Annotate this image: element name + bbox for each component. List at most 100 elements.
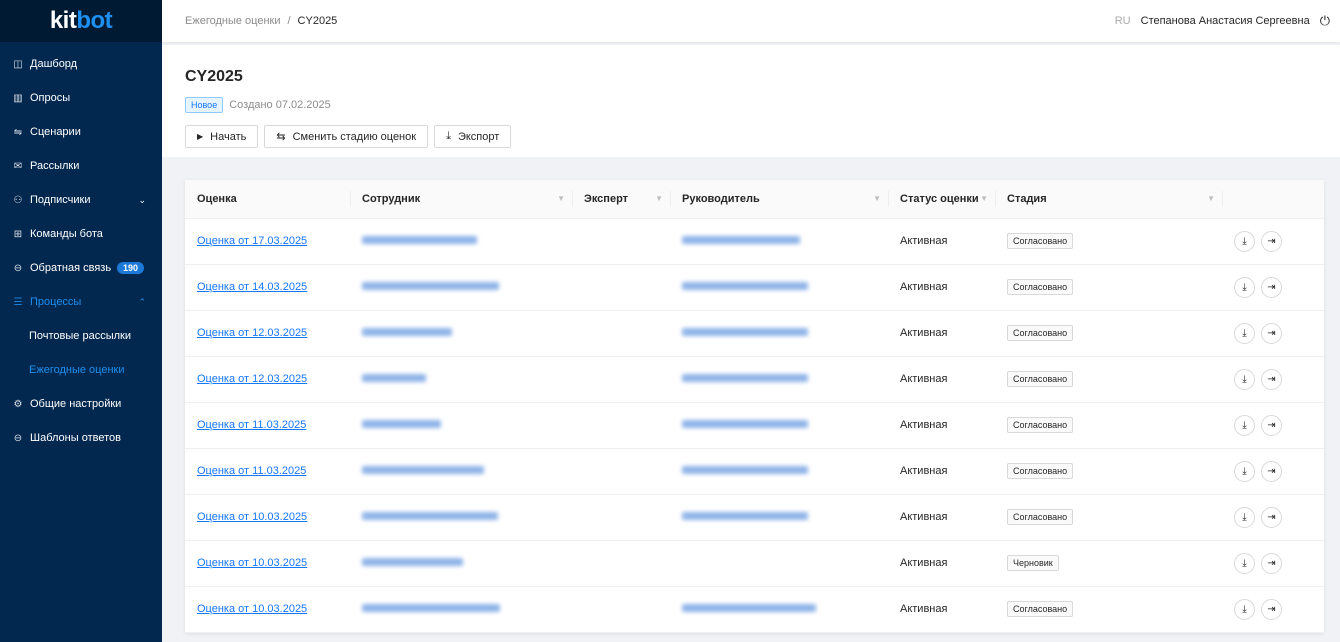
sidebar-item-7[interactable]: ☰ Процессы ⌃ xyxy=(0,285,162,319)
chevron-up-icon[interactable]: ⌃ xyxy=(138,297,146,308)
sidebar-item-3[interactable]: ✉ Рассылки xyxy=(0,149,162,183)
table-row: Оценка от 10.03.2025 Активная Согласован… xyxy=(185,494,1324,541)
login-icon[interactable]: ⇥ xyxy=(1261,414,1282,436)
login-icon[interactable]: ⇥ xyxy=(1261,276,1282,298)
status-cell: Активная xyxy=(888,264,995,311)
table-row: Оценка от 10.03.2025 Активная Согласован… xyxy=(185,586,1324,633)
logout-icon[interactable]: ⏻ xyxy=(1320,13,1330,29)
sidebar-item-label: Общие настройки xyxy=(30,398,122,410)
download-icon[interactable]: ⤓ xyxy=(1234,506,1255,528)
table-row: Оценка от 14.03.2025 Активная Согласован… xyxy=(185,264,1324,311)
filter-icon[interactable]: ▼ xyxy=(873,194,881,203)
assessment-link[interactable]: Оценка от 10.03.2025 xyxy=(197,557,307,569)
filter-icon[interactable]: ▼ xyxy=(980,194,988,203)
status-badge: Новое xyxy=(185,97,224,113)
manager-link-redacted[interactable] xyxy=(682,282,808,290)
column-header: Оценка xyxy=(185,180,350,219)
column-title: Сотрудник xyxy=(362,192,421,205)
employee-link-redacted[interactable] xyxy=(362,236,477,244)
manager-link-redacted[interactable] xyxy=(682,328,808,336)
login-icon[interactable]: ⇥ xyxy=(1261,460,1282,482)
login-icon[interactable]: ⇥ xyxy=(1261,552,1282,574)
manager-link-redacted[interactable] xyxy=(682,236,800,244)
login-icon[interactable]: ⇥ xyxy=(1261,506,1282,528)
login-icon[interactable]: ⇥ xyxy=(1261,322,1282,344)
employee-link-redacted[interactable] xyxy=(362,374,426,382)
employee-link-redacted[interactable] xyxy=(362,604,500,612)
table-row: Оценка от 10.03.2025 Активная Черновик ⤓… xyxy=(185,540,1324,587)
change-stage-button[interactable]: ⇆ Сменить стадию оценок xyxy=(264,125,429,148)
status-cell: Активная xyxy=(888,310,995,357)
flow-icon: ⇋ xyxy=(13,126,23,138)
sidebar-item-1[interactable]: ▥ Опросы xyxy=(0,81,162,115)
list-icon: ☰ xyxy=(13,296,23,308)
column-header: Статус оценки ▼ xyxy=(888,180,995,219)
column-title: Руководитель xyxy=(682,192,760,205)
download-icon[interactable]: ⤓ xyxy=(1234,322,1255,344)
employee-link-redacted[interactable] xyxy=(362,558,463,566)
start-button[interactable]: ▶ Начать xyxy=(185,125,259,148)
sidebar-item-4[interactable]: ⚇ Подписчики ⌄ xyxy=(0,183,162,217)
manager-link-redacted[interactable] xyxy=(682,512,808,520)
manager-link-redacted[interactable] xyxy=(682,420,808,428)
sidebar-item-5[interactable]: ⊞ Команды бота xyxy=(0,217,162,251)
status-cell: Активная xyxy=(888,586,995,633)
login-icon[interactable]: ⇥ xyxy=(1261,230,1282,252)
stage-tag: Согласовано xyxy=(1007,463,1074,479)
sidebar-item-6[interactable]: ⊖ Обратная связь 190 xyxy=(0,251,162,285)
download-icon[interactable]: ⤓ xyxy=(1234,368,1255,390)
breadcrumb-parent[interactable]: Ежегодные оценки xyxy=(185,15,280,27)
sidebar-item-8[interactable]: Почтовые рассылки xyxy=(0,319,162,353)
chevron-down-icon[interactable]: ⌄ xyxy=(138,195,146,206)
user-name[interactable]: Степанова Анастасия Сергеевна xyxy=(1141,15,1310,27)
assessment-link[interactable]: Оценка от 11.03.2025 xyxy=(197,419,306,431)
download-icon[interactable]: ⤓ xyxy=(1234,230,1255,252)
download-icon[interactable]: ⤓ xyxy=(1234,414,1255,436)
manager-link-redacted[interactable] xyxy=(682,466,808,474)
sidebar-item-11[interactable]: ⊖ Шаблоны ответов xyxy=(0,421,162,455)
status-cell: Активная xyxy=(888,218,995,265)
logo[interactable]: kit bot xyxy=(0,0,162,42)
assessment-link[interactable]: Оценка от 10.03.2025 xyxy=(197,603,307,615)
assessment-link[interactable]: Оценка от 12.03.2025 xyxy=(197,373,307,385)
manager-link-redacted[interactable] xyxy=(682,604,816,612)
assessment-link[interactable]: Оценка от 14.03.2025 xyxy=(197,281,307,293)
stage-tag: Согласовано xyxy=(1007,279,1074,295)
filter-icon[interactable]: ▼ xyxy=(655,194,663,203)
grid-icon: ⊞ xyxy=(13,228,23,240)
sidebar-item-label: Рассылки xyxy=(30,160,80,172)
sidebar-item-10[interactable]: ⚙ Общие настройки xyxy=(0,387,162,421)
manager-link-redacted[interactable] xyxy=(682,374,808,382)
expert-cell xyxy=(572,448,670,495)
login-icon[interactable]: ⇥ xyxy=(1261,598,1282,620)
download-icon[interactable]: ⤓ xyxy=(1234,460,1255,482)
assessment-link[interactable]: Оценка от 17.03.2025 xyxy=(197,235,307,247)
employee-link-redacted[interactable] xyxy=(362,420,441,428)
login-icon[interactable]: ⇥ xyxy=(1261,368,1282,390)
status-cell: Активная xyxy=(888,540,995,587)
assessment-link[interactable]: Оценка от 10.03.2025 xyxy=(197,511,307,523)
sidebar-item-9[interactable]: Ежегодные оценки xyxy=(0,353,162,387)
sidebar-item-2[interactable]: ⇋ Сценарии xyxy=(0,115,162,149)
filter-icon[interactable]: ▼ xyxy=(557,194,565,203)
sidebar-item-label: Обратная связь xyxy=(30,262,112,274)
employee-link-redacted[interactable] xyxy=(362,328,452,336)
download-icon[interactable]: ⤓ xyxy=(1234,598,1255,620)
sidebar-item-0[interactable]: ◫ Дашборд xyxy=(0,47,162,81)
sidebar-nav: ◫ Дашборд ▥ Опросы ⇋ Сценарии ✉ Рассылки ⚇ Подпис… xyxy=(0,42,162,455)
assessment-link[interactable]: Оценка от 12.03.2025 xyxy=(197,327,307,339)
download-icon[interactable]: ⤓ xyxy=(1234,552,1255,574)
assessments-table-card: Оценка Сотрудник ▼ Эксперт ▼ Руководитель ▼ Ста… xyxy=(185,180,1324,633)
language-switch[interactable]: RU xyxy=(1115,15,1131,27)
stage-tag: Согласовано xyxy=(1007,371,1074,387)
download-icon[interactable]: ⤓ xyxy=(1234,276,1255,298)
breadcrumb-current: CY2025 xyxy=(297,15,338,27)
employee-link-redacted[interactable] xyxy=(362,282,499,290)
column-header: Сотрудник ▼ xyxy=(350,180,572,219)
assessment-link[interactable]: Оценка от 11.03.2025 xyxy=(197,465,306,477)
employee-link-redacted[interactable] xyxy=(362,466,484,474)
employee-link-redacted[interactable] xyxy=(362,512,498,520)
sidebar-item-label: Почтовые рассылки xyxy=(29,330,131,342)
export-button[interactable]: ⤓ Экспорт xyxy=(434,125,512,148)
filter-icon[interactable]: ▼ xyxy=(1207,194,1215,203)
